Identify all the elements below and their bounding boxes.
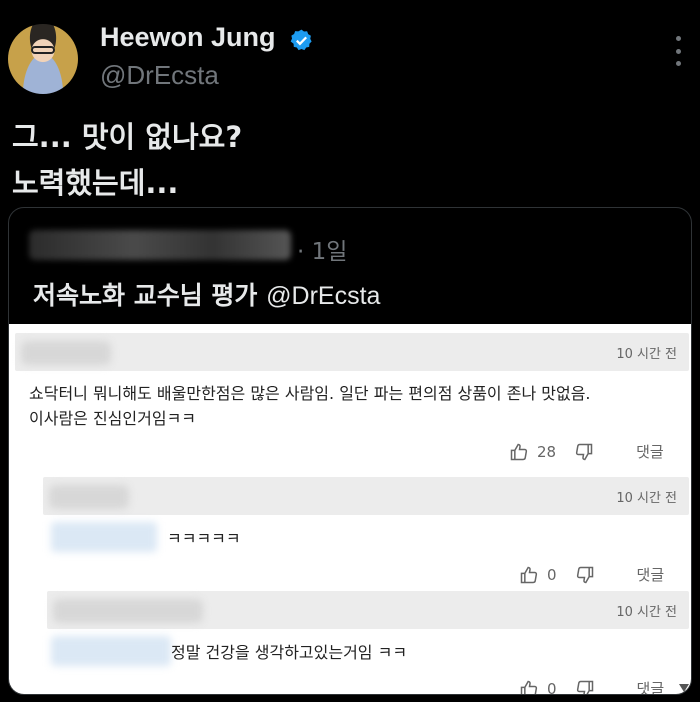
quote-date: · 1일 bbox=[297, 239, 348, 265]
avatar[interactable] bbox=[8, 24, 78, 94]
thumbs-up-icon[interactable] bbox=[519, 565, 539, 585]
comment-actions: 0 댓글 bbox=[519, 564, 664, 585]
verified-badge-icon bbox=[290, 29, 312, 51]
quote-title: 저속노화 교수님 평가 @DrEcsta bbox=[33, 276, 380, 312]
thumbs-down-icon[interactable] bbox=[575, 565, 595, 585]
comment-text: 쇼닥터니 뭐니해도 배울만한점은 많은 사람임. 일단 파는 편의점 상품이 존… bbox=[29, 381, 591, 431]
comment-actions: 0 댓글 bbox=[519, 678, 665, 696]
blurred-username bbox=[53, 599, 203, 623]
tweet-line-1: 그... 맛이 없나요? bbox=[12, 120, 243, 154]
thumbs-up-icon[interactable] bbox=[509, 442, 529, 462]
like-count: 0 bbox=[547, 679, 557, 695]
comment-header: 10 시간 전 bbox=[15, 333, 689, 371]
thumbs-up-icon[interactable] bbox=[519, 679, 539, 696]
blurred-author bbox=[29, 230, 291, 260]
quote-mention[interactable]: @DrEcsta bbox=[266, 282, 380, 310]
like-count: 28 bbox=[537, 442, 557, 461]
comment-header: 10 시간 전 bbox=[47, 591, 689, 629]
avatar-glasses bbox=[31, 46, 55, 54]
handle[interactable]: @DrEcsta bbox=[100, 60, 219, 91]
comment-text: 정말 건강을 생각하고있는거임 ㅋㅋ bbox=[171, 643, 408, 662]
comment-line-2: 이사람은 진심인거임ㅋㅋ bbox=[29, 409, 197, 428]
comment-time: 10 시간 전 bbox=[616, 347, 677, 362]
comment-line-1: 쇼닥터니 뭐니해도 배울만한점은 많은 사람임. 일단 파는 편의점 상품이 존… bbox=[29, 384, 591, 403]
reply-button[interactable]: 댓글 bbox=[636, 441, 664, 462]
blurred-image bbox=[51, 636, 171, 666]
quoted-tweet[interactable]: · 1일 저속노화 교수님 평가 @DrEcsta 10 시간 전 쇼닥터니 뭐… bbox=[8, 207, 692, 695]
blurred-username bbox=[21, 341, 111, 365]
comment-screenshot: 10 시간 전 쇼닥터니 뭐니해도 배울만한점은 많은 사람임. 일단 파는 편… bbox=[9, 324, 691, 696]
like-count: 0 bbox=[547, 565, 557, 584]
comment-time: 10 시간 전 bbox=[616, 491, 677, 506]
thumbs-down-icon[interactable] bbox=[574, 442, 594, 462]
comment-header: 10 시간 전 bbox=[43, 477, 689, 515]
blurred-username bbox=[49, 485, 129, 509]
comment-text: ㅋㅋㅋㅋㅋ bbox=[167, 529, 241, 548]
scroll-down-icon[interactable] bbox=[679, 684, 689, 692]
reply-button[interactable]: 댓글 bbox=[637, 564, 665, 585]
comment-actions: 28 댓글 bbox=[509, 441, 664, 462]
thumbs-down-icon[interactable] bbox=[575, 679, 595, 696]
more-options-icon[interactable] bbox=[670, 36, 686, 66]
tweet-line-2: 노력했는데... bbox=[12, 166, 179, 200]
display-name[interactable]: Heewon Jung bbox=[100, 22, 276, 53]
comment-time: 10 시간 전 bbox=[616, 605, 677, 620]
quote-title-text: 저속노화 교수님 평가 bbox=[33, 281, 258, 310]
tweet-text: 그... 맛이 없나요? 노력했는데... bbox=[12, 114, 242, 206]
blurred-image bbox=[51, 522, 157, 552]
reply-button[interactable]: 댓글 bbox=[637, 678, 665, 694]
